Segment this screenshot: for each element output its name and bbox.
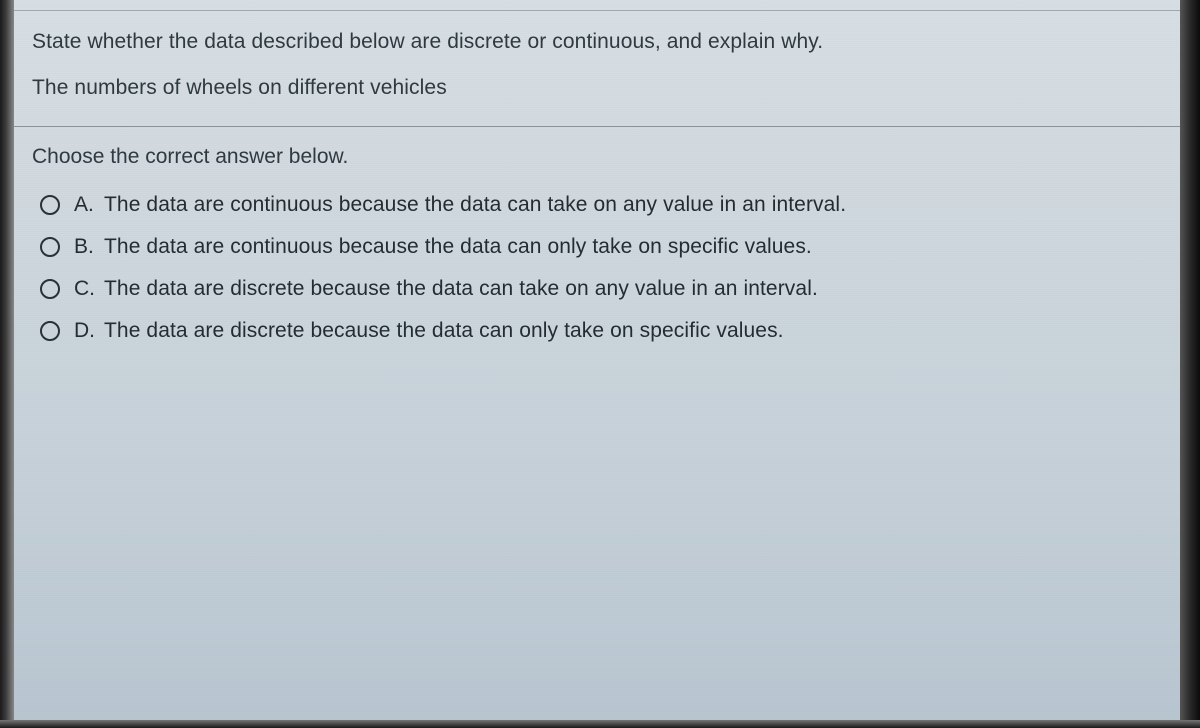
radio-d[interactable]: [40, 321, 60, 341]
option-text: The data are discrete because the data c…: [104, 319, 784, 343]
screen-bezel-bottom: [0, 720, 1200, 728]
option-letter: A.: [74, 193, 104, 217]
option-text: The data are continuous because the data…: [104, 235, 812, 259]
option-c[interactable]: C. The data are discrete because the dat…: [40, 277, 1162, 301]
radio-a[interactable]: [40, 195, 60, 215]
question-panel: State whether the data described below a…: [14, 0, 1180, 720]
options-group: A. The data are continuous because the d…: [14, 185, 1180, 343]
option-b[interactable]: B. The data are continuous because the d…: [40, 235, 1162, 259]
option-letter: B.: [74, 235, 104, 259]
option-letter: C.: [74, 277, 104, 301]
option-text: The data are discrete because the data c…: [104, 277, 818, 301]
radio-b[interactable]: [40, 237, 60, 257]
option-text: The data are continuous because the data…: [104, 193, 846, 217]
screen-bezel-left: [0, 0, 14, 728]
instruction-text: Choose the correct answer below.: [14, 127, 1180, 185]
option-d[interactable]: D. The data are discrete because the dat…: [40, 319, 1162, 343]
option-a[interactable]: A. The data are continuous because the d…: [40, 193, 1162, 217]
question-header: State whether the data described below a…: [14, 12, 1180, 120]
option-letter: D.: [74, 319, 104, 343]
question-prompt: State whether the data described below a…: [32, 30, 1162, 54]
screen-bezel-right: [1180, 0, 1200, 728]
question-subject: The numbers of wheels on different vehic…: [32, 76, 1162, 100]
radio-c[interactable]: [40, 279, 60, 299]
